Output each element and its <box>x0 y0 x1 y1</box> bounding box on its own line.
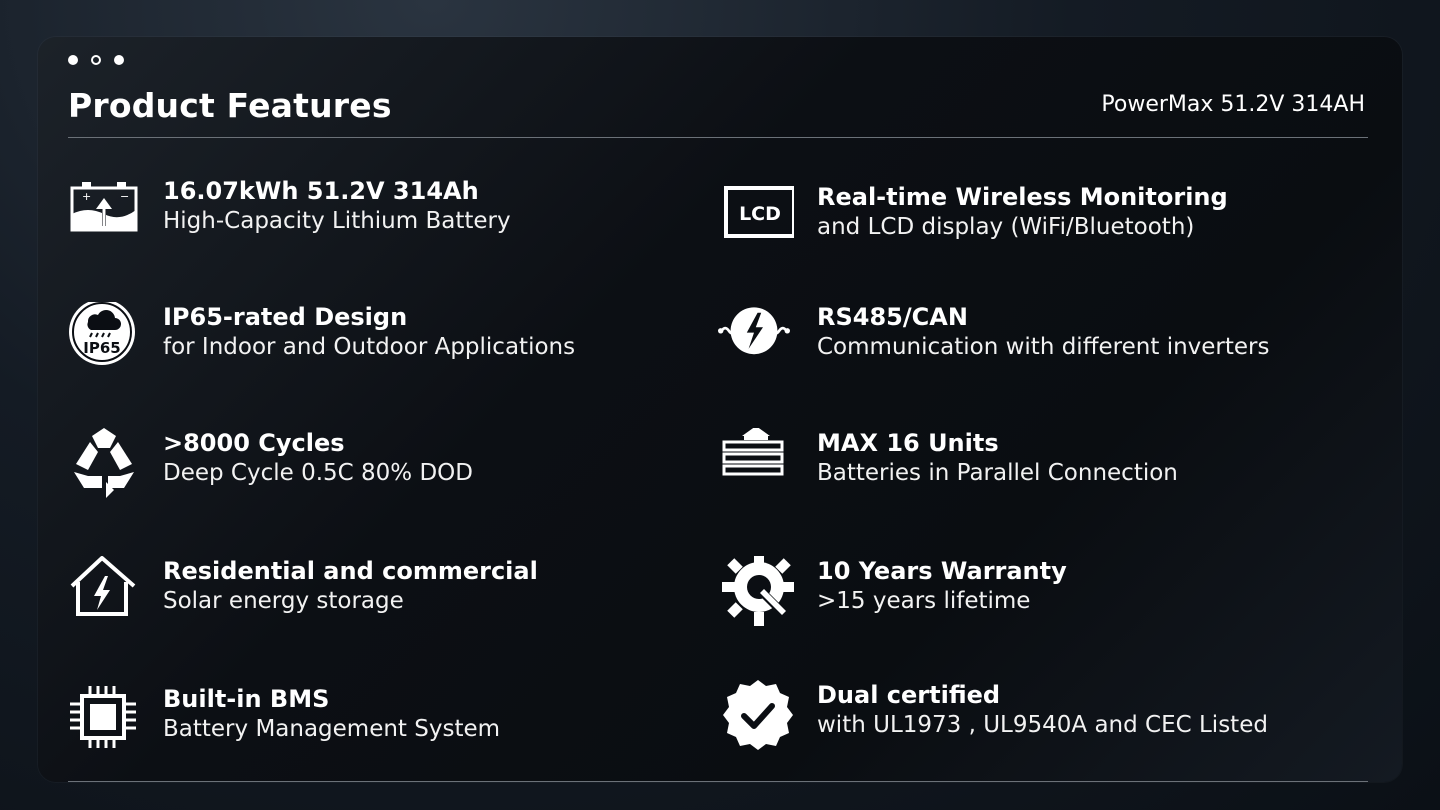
feature-title: Real-time Wireless Monitoring <box>817 183 1228 211</box>
divider <box>68 137 1368 138</box>
divider <box>68 781 1368 782</box>
recycle-icon <box>68 428 140 500</box>
feature-title: RS485/CAN <box>817 303 968 331</box>
features-card <box>38 37 1402 782</box>
communication-icon <box>718 302 790 374</box>
certified-badge-icon <box>722 680 794 752</box>
window-controls <box>68 55 124 65</box>
feature-title: >8000 Cycles <box>163 429 345 457</box>
feature-title: MAX 16 Units <box>817 429 999 457</box>
feature-title: 16.07kWh 51.2V 314Ah <box>163 177 479 205</box>
feature-title: Dual certified <box>817 681 1001 709</box>
page-title: Product Features <box>68 86 392 125</box>
window-dot[interactable] <box>114 55 124 65</box>
product-name: PowerMax 51.2V 314AH <box>1101 92 1365 117</box>
ip65-icon: IP65 <box>68 302 140 374</box>
feature-title: IP65-rated Design <box>163 303 408 331</box>
feature-description: Communication with different inverters <box>817 334 1270 360</box>
stack-icon <box>722 428 794 500</box>
feature-title: 10 Years Warranty <box>817 557 1067 585</box>
feature-description: Deep Cycle 0.5C 80% DOD <box>163 460 473 486</box>
feature-description: with UL1973 , UL9540A and CEC Listed <box>817 712 1268 738</box>
window-dot[interactable] <box>91 55 101 65</box>
svg-text:−: − <box>120 190 129 203</box>
feature-description: Solar energy storage <box>163 588 404 614</box>
lcd-icon: LCD <box>722 182 794 254</box>
svg-text:IP65: IP65 <box>83 339 120 357</box>
svg-text:LCD: LCD <box>739 203 781 225</box>
feature-title: Residential and commercial <box>163 557 538 585</box>
home-energy-icon <box>68 556 140 628</box>
gear-wrench-icon <box>722 556 794 628</box>
chip-icon <box>68 684 140 756</box>
feature-description: and LCD display (WiFi/Bluetooth) <box>817 214 1195 240</box>
feature-description: Battery Management System <box>163 716 501 742</box>
battery-icon: + − <box>68 176 140 248</box>
feature-description: for Indoor and Outdoor Applications <box>163 334 576 360</box>
svg-text:+: + <box>82 190 91 203</box>
feature-description: >15 years lifetime <box>817 588 1031 614</box>
feature-description: Batteries in Parallel Connection <box>817 460 1178 486</box>
feature-title: Built-in BMS <box>163 685 330 713</box>
window-dot[interactable] <box>68 55 78 65</box>
feature-description: High-Capacity Lithium Battery <box>163 208 511 234</box>
